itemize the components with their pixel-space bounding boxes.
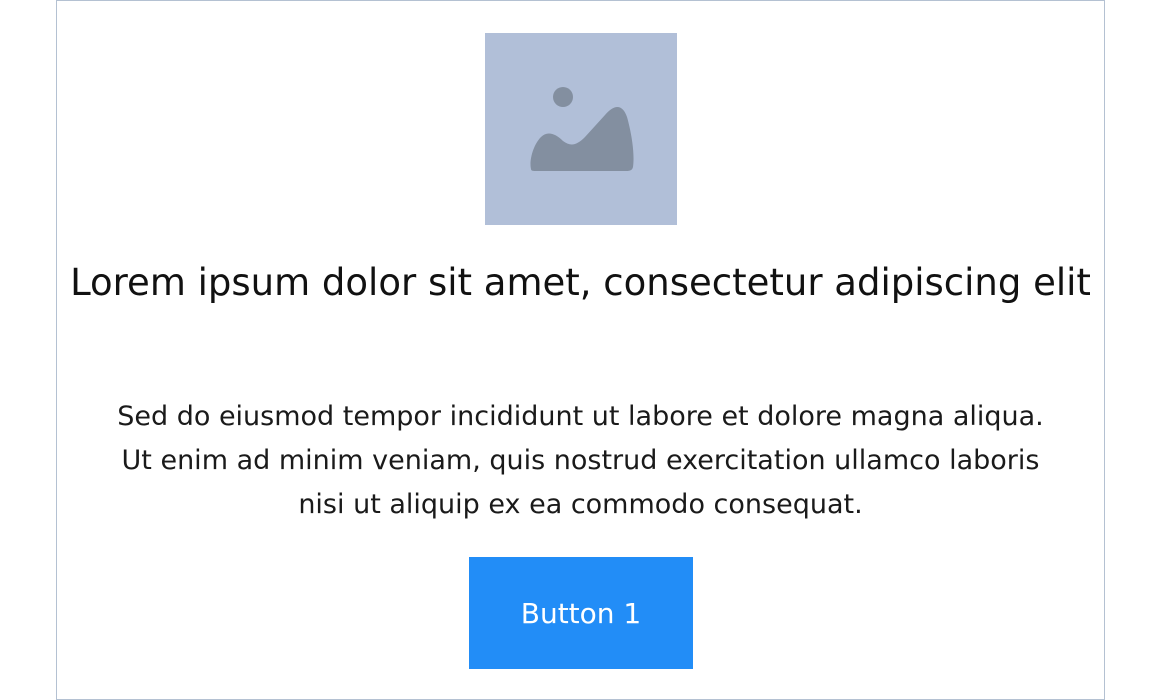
button-1[interactable]: Button 1 xyxy=(469,557,693,669)
image-placeholder xyxy=(485,33,677,225)
card-title: Lorem ipsum dolor sit amet, consectetur … xyxy=(70,261,1091,304)
content-card: Lorem ipsum dolor sit amet, consectetur … xyxy=(56,0,1105,700)
card-description: Sed do eiusmod tempor incididunt ut labo… xyxy=(117,401,1044,520)
image-placeholder-icon xyxy=(530,87,634,171)
